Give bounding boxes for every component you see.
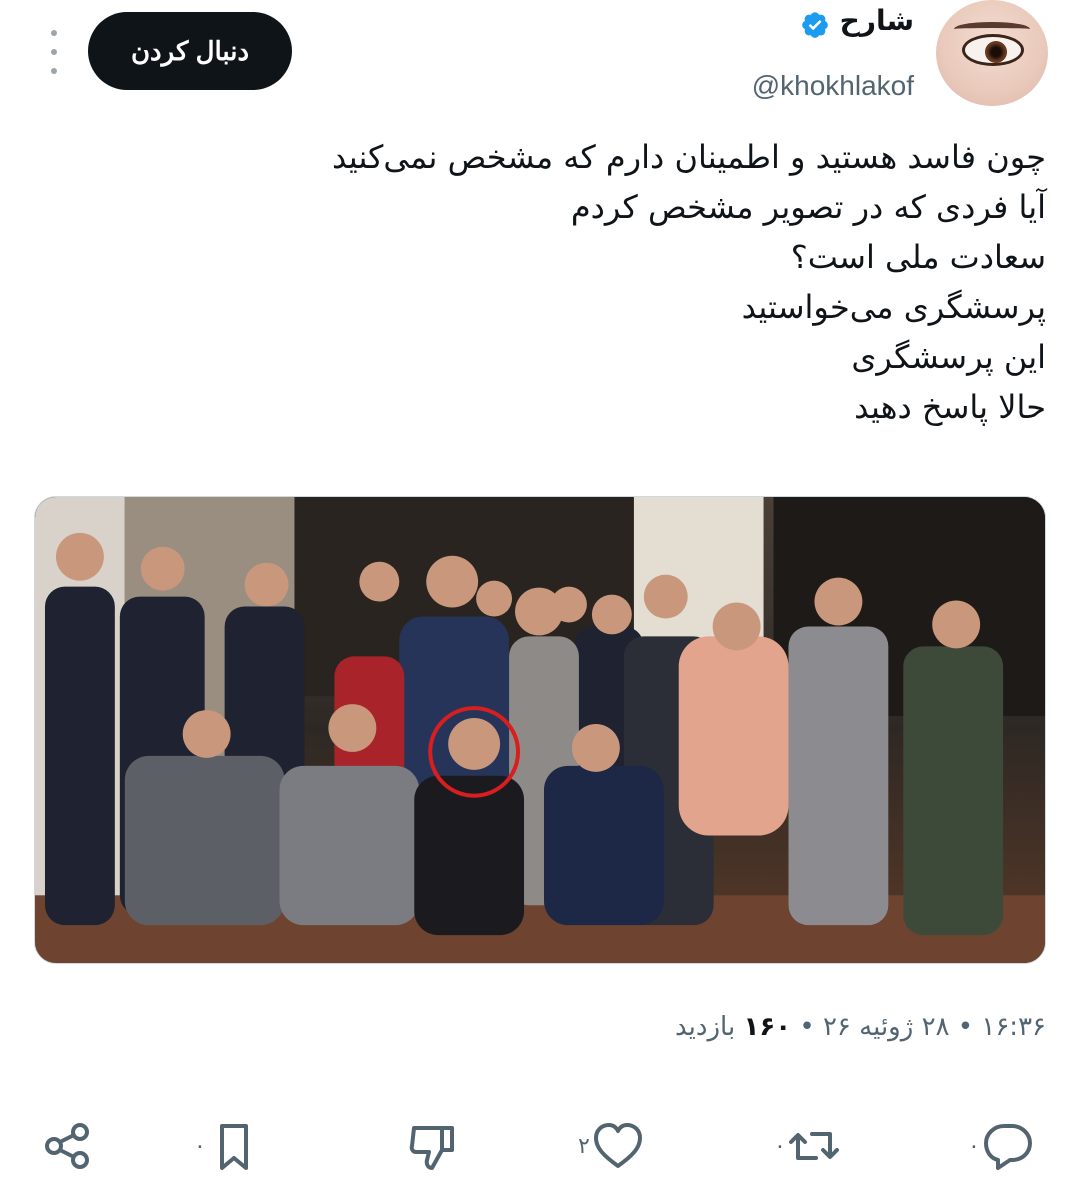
share-button[interactable] [40,1118,96,1174]
retweet-icon [788,1132,839,1160]
bookmark-button[interactable]: ۰ [182,1118,262,1174]
avatar-eye-icon [962,34,1024,66]
more-dot [51,30,57,36]
like-button[interactable]: ۲ [566,1118,646,1174]
thumbs-down-icon [409,1126,454,1170]
retweet-button[interactable]: ۰ [762,1118,842,1174]
retweet-count: ۰ [774,1133,786,1159]
reply-count: ۰ [968,1133,980,1159]
user-handle[interactable]: @khokhlakof [752,70,914,102]
tweet-date: ۲۸ ژوئیه ۲۶ [822,1012,950,1042]
tweet-line: پرسشگری می‌خواستید [741,288,1046,326]
tweet-line: سعادت ملی است؟ [790,238,1046,276]
follow-button[interactable]: دنبال کردن [88,12,292,90]
tweet-line: چون فاسد هستید و اطمینان دارم که مشخص نم… [331,138,1046,176]
more-options-icon[interactable] [44,30,64,74]
share-icon [45,1123,89,1169]
bookmark-icon [219,1124,248,1170]
tweet-actions: ۰ ۲ ۰ ۰ [0,1108,1076,1178]
reply-button[interactable]: ۰ [956,1118,1036,1174]
meta-separator: • [799,1012,815,1042]
avatar[interactable] [936,0,1048,106]
tweet-line: این پرسشگری [851,338,1046,376]
verified-badge-icon [802,12,828,38]
more-dot [51,49,57,55]
reply-icon [983,1124,1032,1170]
tweet-text: چون فاسد هستید و اطمینان دارم که مشخص نم… [146,132,1046,432]
tweet-line: حالا پاسخ دهید [854,388,1046,426]
tweet-line: آیا فردی که در تصویر مشخص کردم [570,188,1046,226]
group-photo-image [35,497,1045,963]
views-label: بازدید [675,1012,736,1042]
heart-icon [593,1123,642,1168]
tweet-time: ۱۶:۳۶ [981,1012,1046,1042]
more-dot [51,68,57,74]
dislike-button[interactable] [404,1118,460,1174]
tweet-photo[interactable] [34,496,1046,964]
meta-separator: • [957,1012,974,1042]
views-count: ۱۶۰ [743,1012,792,1042]
tweet-meta: ۱۶:۳۶ • ۲۸ ژوئیه ۲۶ • ۱۶۰ بازدید [675,1012,1046,1042]
like-count: ۲ [578,1133,590,1159]
avatar-iris [985,41,1007,63]
bookmark-count: ۰ [194,1133,206,1159]
display-name[interactable]: شارح [840,4,914,37]
